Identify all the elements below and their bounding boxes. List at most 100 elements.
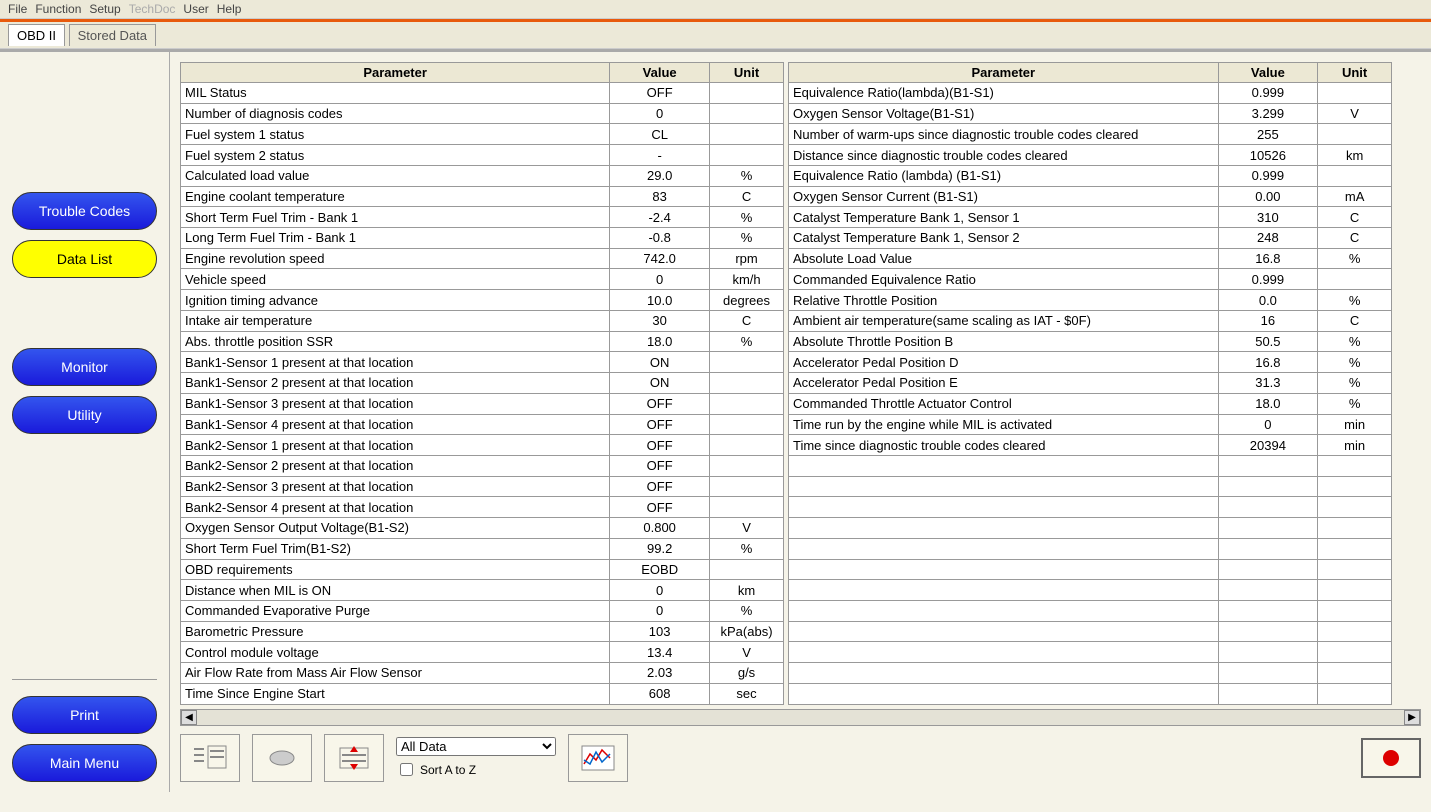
table-row[interactable]: Control module voltage13.4V (181, 642, 784, 663)
table-row[interactable]: Oxygen Sensor Voltage(B1-S1)3.299V (789, 103, 1392, 124)
table-row[interactable]: Commanded Throttle Actuator Control18.0% (789, 393, 1392, 414)
graph-button[interactable] (568, 734, 628, 782)
menu-help[interactable]: Help (217, 2, 242, 16)
cell-parameter (789, 580, 1219, 601)
table-row[interactable]: Accelerator Pedal Position D16.8% (789, 352, 1392, 373)
utility-button[interactable]: Utility (12, 396, 157, 434)
table-row[interactable]: Intake air temperature30C (181, 310, 784, 331)
cell-value: EOBD (610, 559, 710, 580)
table-row[interactable]: Bank1-Sensor 1 present at that locationO… (181, 352, 784, 373)
table-row[interactable]: Equivalence Ratio (lambda) (B1-S1)0.999 (789, 165, 1392, 186)
tab-obd2[interactable]: OBD II (8, 24, 65, 46)
table-row[interactable]: Bank2-Sensor 3 present at that locationO… (181, 476, 784, 497)
table-row[interactable]: Equivalence Ratio(lambda)(B1-S1)0.999 (789, 83, 1392, 104)
table-row[interactable]: Fuel system 1 statusCL (181, 124, 784, 145)
table-row[interactable]: Time since diagnostic trouble codes clea… (789, 435, 1392, 456)
table-row[interactable]: Bank1-Sensor 3 present at that locationO… (181, 393, 784, 414)
menu-function[interactable]: Function (35, 2, 81, 16)
cell-unit (1318, 455, 1392, 476)
table-row[interactable] (789, 518, 1392, 539)
table-row[interactable]: Bank1-Sensor 4 present at that locationO… (181, 414, 784, 435)
table-row[interactable] (789, 538, 1392, 559)
main-menu-button[interactable]: Main Menu (12, 744, 157, 782)
cell-parameter: Abs. throttle position SSR (181, 331, 610, 352)
menu-setup[interactable]: Setup (89, 2, 120, 16)
table-row[interactable] (789, 621, 1392, 642)
scroll-left-arrow[interactable]: ◀ (181, 710, 197, 725)
table-row[interactable]: Commanded Equivalence Ratio0.999 (789, 269, 1392, 290)
cell-value: 18.0 (610, 331, 710, 352)
table-row[interactable] (789, 683, 1392, 704)
table-row[interactable]: Bank2-Sensor 2 present at that locationO… (181, 455, 784, 476)
view-selection-button[interactable] (252, 734, 312, 782)
table-row[interactable]: Number of diagnosis codes0 (181, 103, 784, 124)
cell-value (1218, 683, 1318, 704)
table-row[interactable]: Barometric Pressure103kPa(abs) (181, 621, 784, 642)
table-row[interactable]: Accelerator Pedal Position E31.3% (789, 373, 1392, 394)
table-row[interactable]: Oxygen Sensor Current (B1-S1)0.00mA (789, 186, 1392, 207)
table-row[interactable]: Short Term Fuel Trim - Bank 1-2.4% (181, 207, 784, 228)
table-row[interactable]: Oxygen Sensor Output Voltage(B1-S2)0.800… (181, 518, 784, 539)
table-row[interactable]: Catalyst Temperature Bank 1, Sensor 1310… (789, 207, 1392, 228)
table-row[interactable] (789, 642, 1392, 663)
horizontal-scrollbar[interactable]: ◀ ▶ (180, 709, 1421, 726)
table-row[interactable]: Ambient air temperature(same scaling as … (789, 310, 1392, 331)
table-row[interactable]: Distance since diagnostic trouble codes … (789, 145, 1392, 166)
table-row[interactable]: Engine revolution speed742.0rpm (181, 248, 784, 269)
table-row[interactable]: Engine coolant temperature83C (181, 186, 784, 207)
table-row[interactable]: Absolute Load Value16.8% (789, 248, 1392, 269)
table-row[interactable]: Ignition timing advance10.0degrees (181, 290, 784, 311)
table-row[interactable]: Air Flow Rate from Mass Air Flow Sensor2… (181, 663, 784, 684)
table-row[interactable]: Calculated load value29.0% (181, 165, 784, 186)
table-row[interactable]: Catalyst Temperature Bank 1, Sensor 2248… (789, 228, 1392, 249)
table-row[interactable]: Vehicle speed0km/h (181, 269, 784, 290)
print-button[interactable]: Print (12, 696, 157, 734)
table-row[interactable]: Bank2-Sensor 1 present at that locationO… (181, 435, 784, 456)
table-row[interactable] (789, 663, 1392, 684)
table-row[interactable]: Absolute Throttle Position B50.5% (789, 331, 1392, 352)
table-row[interactable] (789, 455, 1392, 476)
record-button[interactable] (1361, 738, 1421, 778)
sort-checkbox[interactable] (400, 763, 413, 776)
table-row[interactable]: Long Term Fuel Trim - Bank 1-0.8% (181, 228, 784, 249)
table-row[interactable]: Short Term Fuel Trim(B1-S2)99.2% (181, 538, 784, 559)
cell-value: OFF (610, 476, 710, 497)
view-minmax-button[interactable] (324, 734, 384, 782)
cell-value: 0 (1218, 414, 1318, 435)
sort-checkbox-row[interactable]: Sort A to Z (396, 760, 556, 779)
table-row[interactable]: MIL StatusOFF (181, 83, 784, 104)
data-list-button[interactable]: Data List (12, 240, 157, 278)
table-row[interactable]: Time run by the engine while MIL is acti… (789, 414, 1392, 435)
selection-icon (264, 744, 300, 772)
menu-file[interactable]: File (8, 2, 27, 16)
cell-unit: kPa(abs) (710, 621, 784, 642)
table-row[interactable]: Bank2-Sensor 4 present at that locationO… (181, 497, 784, 518)
table-row[interactable]: Commanded Evaporative Purge0% (181, 600, 784, 621)
cell-value: 16.8 (1218, 248, 1318, 269)
table-row[interactable]: OBD requirementsEOBD (181, 559, 784, 580)
menu-techdoc[interactable]: TechDoc (129, 2, 176, 16)
cell-unit: C (1318, 228, 1392, 249)
cell-parameter: Distance since diagnostic trouble codes … (789, 145, 1219, 166)
scroll-right-arrow[interactable]: ▶ (1404, 710, 1420, 725)
table-row[interactable] (789, 497, 1392, 518)
table-row[interactable]: Bank1-Sensor 2 present at that locationO… (181, 373, 784, 394)
table-row[interactable] (789, 559, 1392, 580)
table-row[interactable] (789, 580, 1392, 601)
table-row[interactable]: Fuel system 2 status- (181, 145, 784, 166)
tab-stored-data[interactable]: Stored Data (69, 24, 156, 46)
cell-unit: mA (1318, 186, 1392, 207)
trouble-codes-button[interactable]: Trouble Codes (12, 192, 157, 230)
table-row[interactable]: Time Since Engine Start608sec (181, 683, 784, 704)
menu-user[interactable]: User (183, 2, 208, 16)
filter-dropdown[interactable]: All Data (396, 737, 556, 756)
monitor-button[interactable]: Monitor (12, 348, 157, 386)
table-row[interactable]: Distance when MIL is ON0km (181, 580, 784, 601)
table-row[interactable] (789, 600, 1392, 621)
table-row[interactable] (789, 476, 1392, 497)
table-row[interactable]: Number of warm-ups since diagnostic trou… (789, 124, 1392, 145)
table-row[interactable]: Abs. throttle position SSR18.0% (181, 331, 784, 352)
cell-parameter: Distance when MIL is ON (181, 580, 610, 601)
table-row[interactable]: Relative Throttle Position0.0% (789, 290, 1392, 311)
view-list-button[interactable] (180, 734, 240, 782)
